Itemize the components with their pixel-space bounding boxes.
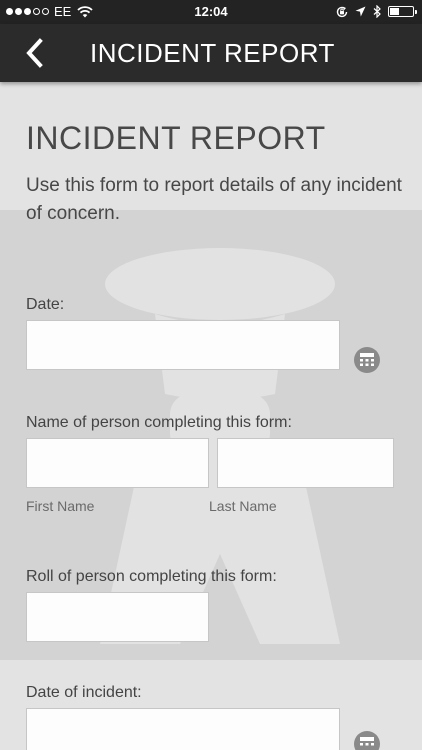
nav-title: INCIDENT REPORT bbox=[90, 38, 335, 68]
navigation-bar: INCIDENT REPORT bbox=[0, 24, 422, 82]
chevron-left-icon bbox=[26, 38, 43, 68]
first-name-input[interactable] bbox=[26, 438, 209, 488]
status-bar: EE 12:04 bbox=[0, 0, 422, 24]
last-name-input[interactable] bbox=[217, 438, 394, 488]
role-label: Roll of person completing this form: bbox=[26, 568, 277, 585]
location-icon bbox=[355, 6, 366, 17]
back-button[interactable] bbox=[20, 36, 50, 70]
page-description: Use this form to report details of any i… bbox=[26, 175, 402, 224]
date-label: Date: bbox=[26, 296, 65, 313]
role-input[interactable] bbox=[26, 592, 209, 642]
incident-calendar-icon[interactable] bbox=[353, 730, 381, 750]
calendar-icon[interactable] bbox=[353, 346, 381, 374]
status-right bbox=[336, 5, 417, 18]
page-title: INCIDENT REPORT bbox=[26, 120, 326, 156]
person-name-label: Name of person completing this form: bbox=[26, 414, 292, 431]
battery-icon bbox=[388, 6, 417, 17]
bluetooth-icon bbox=[373, 5, 381, 18]
incident-date-input[interactable] bbox=[26, 708, 340, 750]
battery-fill bbox=[390, 8, 399, 15]
incident-date-label: Date of incident: bbox=[26, 684, 142, 701]
orientation-lock-icon bbox=[336, 6, 348, 17]
form-content[interactable]: INCIDENT REPORT Use this form to report … bbox=[0, 82, 422, 750]
date-input[interactable] bbox=[26, 320, 340, 370]
first-name-sublabel: First Name bbox=[26, 498, 95, 514]
last-name-sublabel: Last Name bbox=[209, 498, 277, 514]
